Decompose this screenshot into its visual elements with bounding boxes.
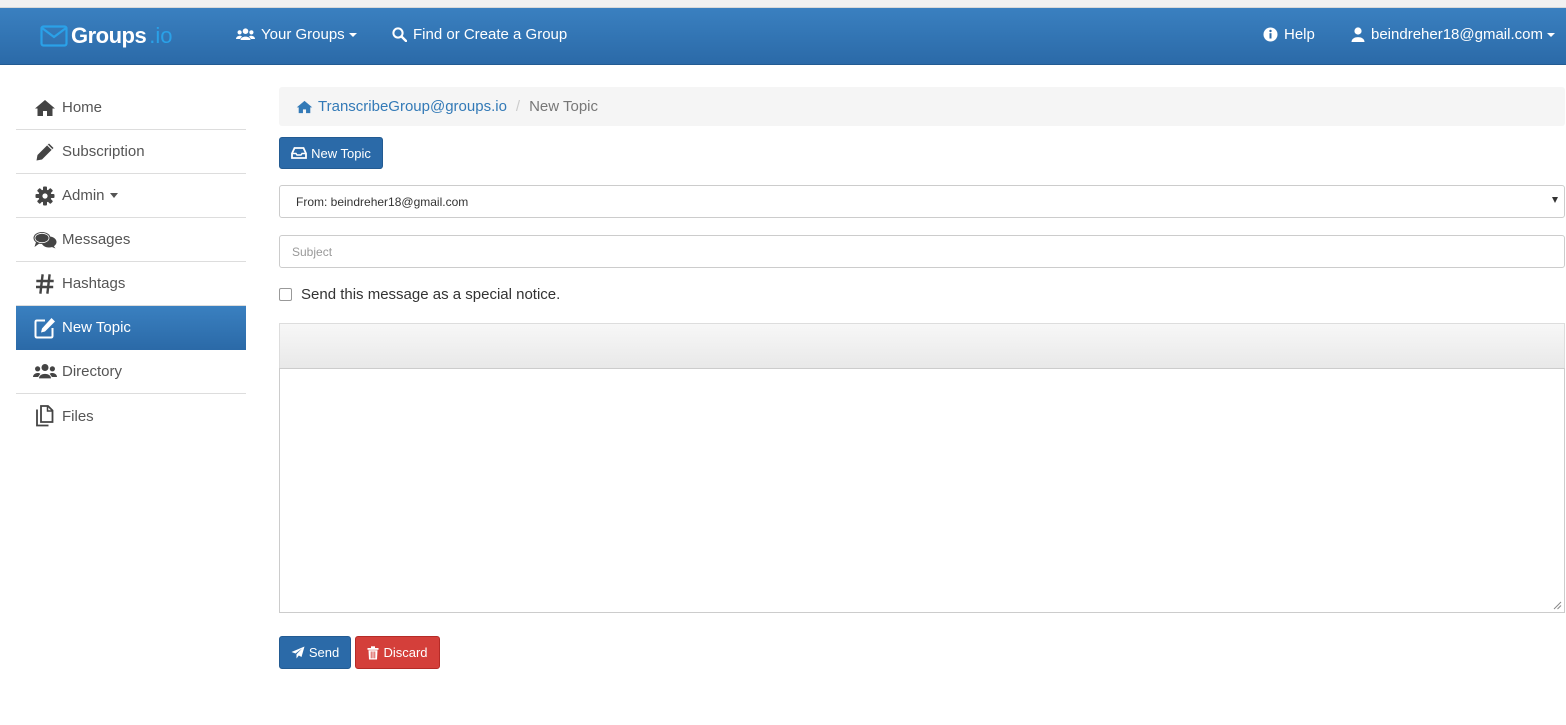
gear-icon bbox=[33, 185, 57, 207]
sidebar-item-label: Subscription bbox=[62, 143, 145, 160]
info-icon bbox=[1263, 27, 1278, 42]
discard-button-label: Discard bbox=[383, 645, 428, 660]
inbox-icon bbox=[291, 147, 308, 159]
groups-io-logo[interactable]: Groups .io bbox=[40, 21, 172, 51]
user-icon bbox=[1351, 27, 1365, 42]
your-groups-menu[interactable]: Your Groups bbox=[236, 26, 357, 43]
chevron-down-icon bbox=[348, 32, 357, 37]
your-groups-label: Your Groups bbox=[261, 26, 345, 43]
editor-toolbar bbox=[279, 323, 1565, 369]
caret-down-icon bbox=[109, 193, 118, 198]
special-notice-checkbox[interactable] bbox=[279, 288, 292, 301]
browser-top-strip bbox=[0, 0, 1566, 8]
envelope-logo-icon bbox=[40, 25, 68, 47]
new-topic-button[interactable]: New Topic bbox=[279, 137, 383, 169]
user-email: beindreher18@gmail.com bbox=[1371, 26, 1543, 43]
resize-grip-icon[interactable] bbox=[1552, 600, 1562, 610]
breadcrumb-group-link[interactable]: TranscribeGroup@groups.io bbox=[296, 98, 507, 115]
from-selected-value: From: beindreher18@gmail.com bbox=[296, 194, 469, 209]
find-create-label: Find or Create a Group bbox=[413, 26, 568, 43]
sidebar-item-messages[interactable]: Messages bbox=[16, 218, 246, 262]
sidebar-item-admin[interactable]: Admin bbox=[16, 174, 246, 218]
comments-icon bbox=[33, 229, 57, 251]
trash-icon bbox=[367, 645, 379, 659]
send-button-label: Send bbox=[308, 645, 340, 660]
subject-input[interactable] bbox=[279, 235, 1565, 268]
message-body-editor[interactable] bbox=[279, 368, 1565, 613]
home-icon bbox=[33, 97, 57, 119]
users-icon bbox=[33, 361, 57, 383]
paper-plane-icon bbox=[291, 646, 305, 659]
special-notice-option: Send this message as a special notice. bbox=[279, 286, 560, 303]
help-label: Help bbox=[1284, 26, 1315, 43]
top-navbar: Groups .io Your Groups Find or Create a … bbox=[0, 8, 1566, 65]
from-select[interactable]: From: beindreher18@gmail.com bbox=[279, 185, 1565, 218]
hashtag-icon bbox=[33, 273, 57, 295]
sidebar-item-label: Files bbox=[62, 407, 94, 425]
brand-name: Groups bbox=[71, 23, 147, 48]
sidebar-item-directory[interactable]: Directory bbox=[16, 350, 246, 394]
sidebar-item-label: Admin bbox=[62, 187, 105, 204]
sidebar-item-label: Hashtags bbox=[62, 275, 126, 292]
pencil-icon bbox=[33, 141, 57, 163]
search-icon bbox=[392, 27, 407, 42]
sidebar-item-hashtags[interactable]: Hashtags bbox=[16, 262, 246, 306]
sidebar-item-subscription[interactable]: Subscription bbox=[16, 130, 246, 174]
help-link[interactable]: Help bbox=[1263, 26, 1315, 43]
sidebar-item-new-topic[interactable]: New Topic bbox=[16, 306, 246, 350]
select-arrow-icon bbox=[1552, 197, 1558, 203]
sidebar-nav: Home Subscription Admin Messages Hashtag… bbox=[16, 86, 246, 438]
breadcrumb-group-label: TranscribeGroup@groups.io bbox=[318, 98, 507, 115]
breadcrumb-current: New Topic bbox=[529, 98, 599, 115]
special-notice-label: Send this message as a special notice. bbox=[301, 286, 561, 303]
sidebar-item-label: Messages bbox=[62, 231, 131, 248]
sidebar-item-files[interactable]: Files bbox=[16, 394, 246, 438]
user-account-menu[interactable]: beindreher18@gmail.com bbox=[1351, 26, 1555, 43]
find-create-group-link[interactable]: Find or Create a Group bbox=[392, 26, 567, 43]
chevron-down-icon bbox=[1546, 32, 1555, 37]
sidebar-item-home[interactable]: Home bbox=[16, 86, 246, 130]
brand-tld: .io bbox=[149, 23, 173, 48]
send-button[interactable]: Send bbox=[279, 636, 351, 669]
home-icon bbox=[296, 100, 313, 113]
breadcrumb: TranscribeGroup@groups.io / New Topic bbox=[279, 87, 1565, 126]
sidebar-item-label: Directory bbox=[62, 363, 123, 380]
files-icon bbox=[33, 405, 57, 427]
edit-icon bbox=[33, 317, 57, 339]
discard-button[interactable]: Discard bbox=[355, 636, 440, 669]
new-topic-button-label: New Topic bbox=[311, 145, 371, 161]
sidebar-item-label: Home bbox=[62, 99, 103, 116]
sidebar-item-label: New Topic bbox=[62, 319, 131, 336]
breadcrumb-separator: / bbox=[515, 98, 521, 115]
users-icon bbox=[236, 28, 255, 40]
